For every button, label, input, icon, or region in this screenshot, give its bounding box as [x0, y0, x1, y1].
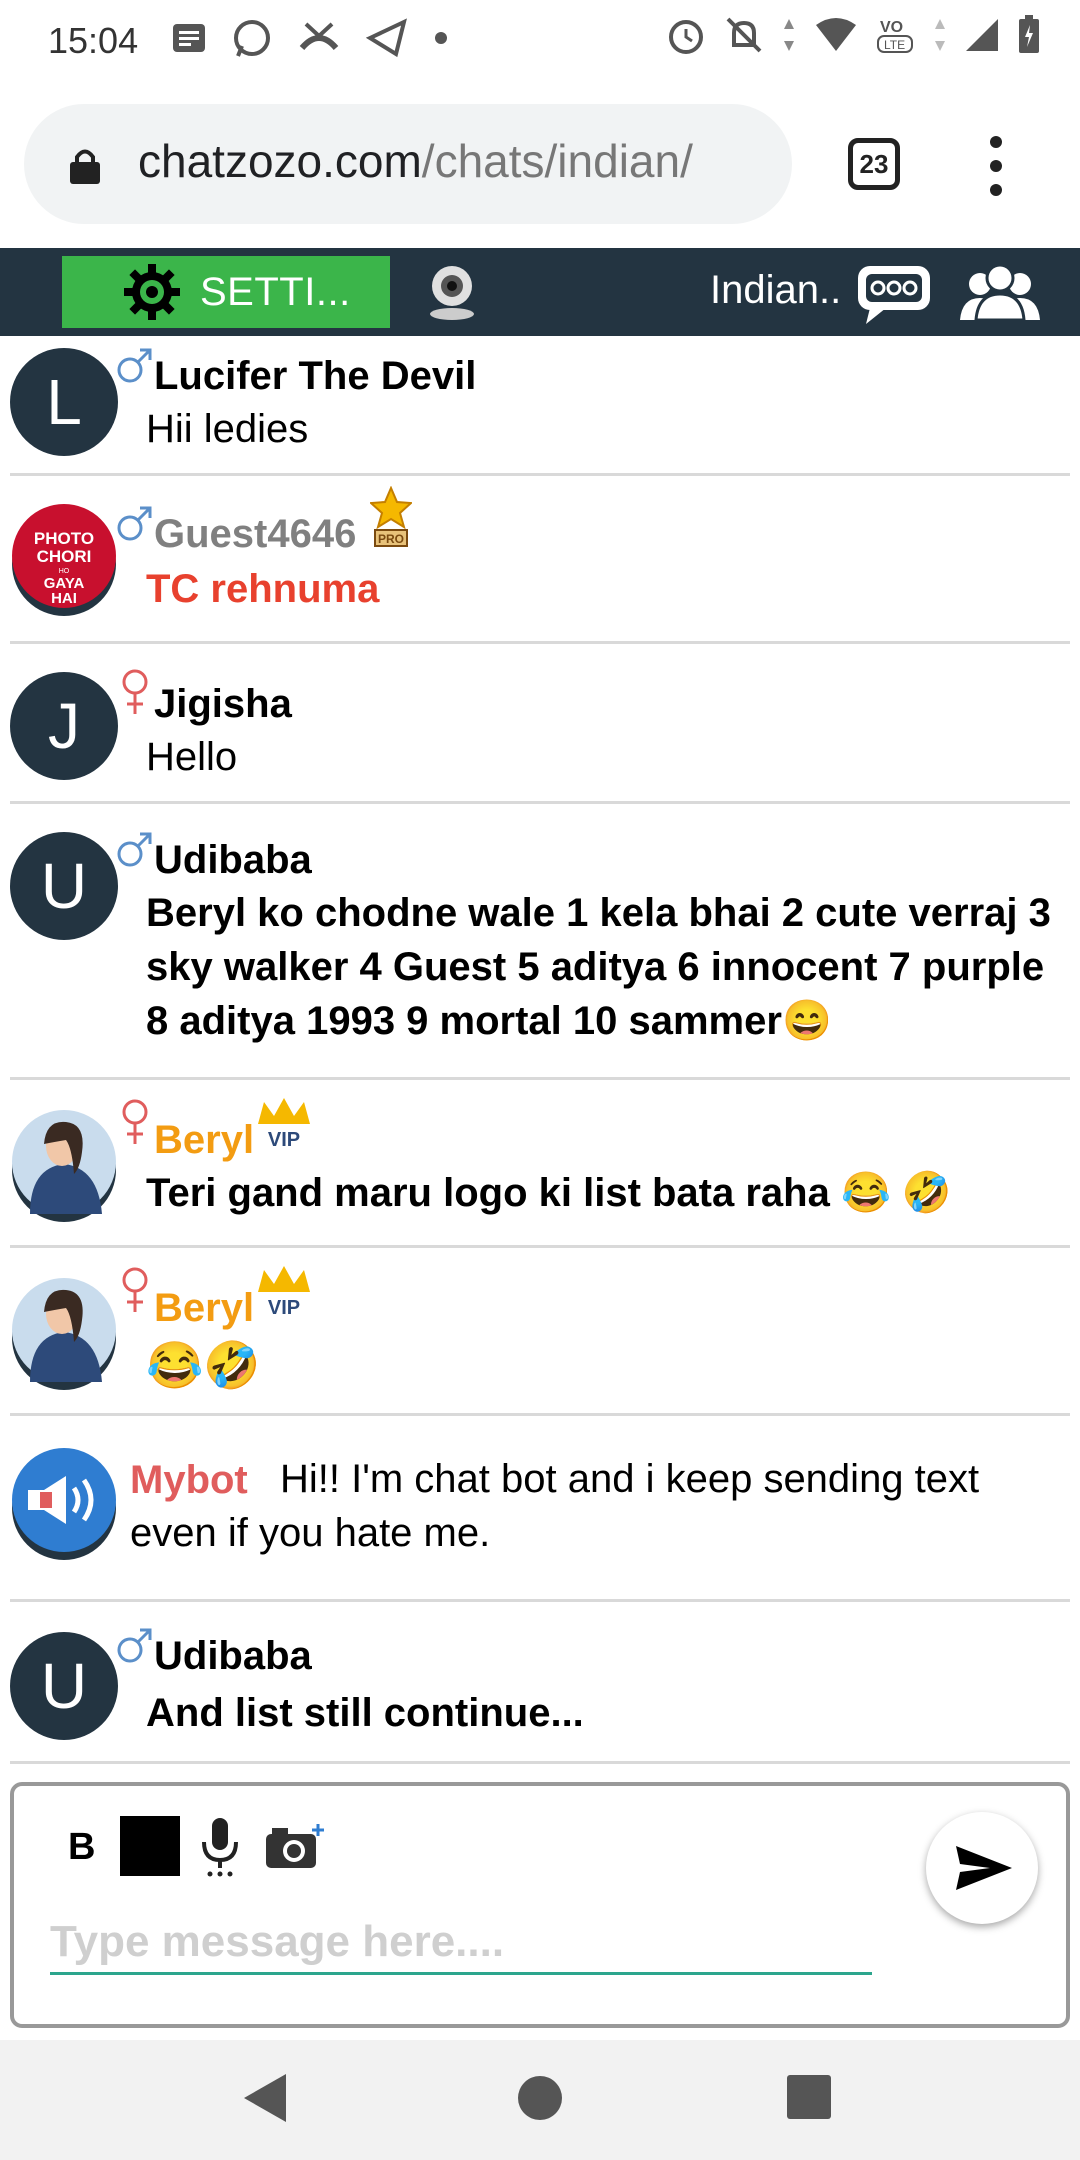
username[interactable]: Beryl [154, 1118, 254, 1163]
dot-icon [435, 32, 447, 44]
avatar[interactable]: J [10, 672, 118, 780]
list-item[interactable]: L Lucifer The Devil Hii ledies [10, 336, 1070, 476]
avatar[interactable]: U [10, 832, 118, 940]
recents-icon[interactable] [786, 2074, 832, 2120]
address-bar[interactable]: chatzozo.com/chats/indian/ [24, 104, 792, 224]
message-icon [173, 24, 205, 52]
svg-text:HO: HO [59, 568, 70, 575]
message-text: even if you hate me. [130, 1511, 491, 1555]
chat-header: SETTI... Indian.. [0, 248, 1080, 336]
battery-icon [1019, 15, 1039, 53]
room-name[interactable]: Indian.. [710, 268, 841, 313]
svg-text:VIP: VIP [268, 1297, 300, 1319]
volte-icon: VO LTE [877, 19, 913, 53]
list-item[interactable]: PHOTO CHORI HO GAYA HAI Guest4646 PRO TC… [10, 476, 1070, 644]
whatsapp-icon [234, 20, 270, 57]
male-icon [117, 832, 152, 867]
svg-text:CHORI: CHORI [37, 547, 92, 566]
list-item[interactable]: Beryl VIP 😂🤣 [10, 1248, 1070, 1416]
male-icon [117, 348, 152, 383]
message-text: 😂🤣 [146, 1339, 261, 1391]
avatar[interactable] [10, 1276, 118, 1392]
webcam-icon[interactable] [424, 262, 480, 322]
list-item[interactable]: J Jigisha Hello [10, 644, 1070, 804]
system-navigation-bar [0, 2040, 1080, 2160]
alarm-icon [669, 20, 703, 54]
avatar[interactable]: PHOTO CHORI HO GAYA HAI [10, 502, 118, 618]
message-text-line: Beryl ko chodne wale 1 kela bhai 2 cute … [146, 891, 1051, 935]
text-color-button[interactable] [120, 1816, 180, 1876]
browser-menu-icon[interactable] [984, 136, 1008, 196]
male-icon [117, 1628, 152, 1663]
url-text: chatzozo.com/chats/indian/ [138, 134, 693, 188]
svg-text:PRO: PRO [378, 532, 404, 546]
message-text: Teri gand maru logo ki list bata raha 😂 … [146, 1171, 952, 1215]
send-icon [956, 1846, 1012, 1890]
username[interactable]: Beryl [154, 1286, 254, 1331]
message-text-line: sky walker 4 Guest 5 aditya 6 innocent 7… [146, 945, 1045, 989]
clock: 15:04 [48, 20, 139, 61]
list-item[interactable]: U Udibaba Beryl ko chodne wale 1 kela bh… [10, 804, 1070, 1080]
female-icon [122, 1267, 148, 1312]
avatar[interactable]: L [10, 348, 118, 456]
vip-badge-icon: VIP [258, 1266, 310, 1319]
message-text: Hello [146, 735, 238, 779]
microphone-icon[interactable] [200, 1816, 240, 1880]
list-item[interactable]: Beryl VIP Teri gand maru logo ki list ba… [10, 1080, 1070, 1248]
svg-text:PHOTO: PHOTO [34, 529, 94, 548]
message-text: Hii ledies [146, 407, 309, 451]
message-composer: B [10, 1782, 1070, 2028]
svg-text:VO: VO [880, 19, 903, 36]
settings-label: SETTI... [200, 269, 351, 314]
chat-message-list: L Lucifer The Devil Hii ledies PHOTO CHO… [0, 336, 1080, 1764]
svg-text:HAI: HAI [51, 590, 77, 607]
bot-name[interactable]: Mybot [130, 1458, 248, 1503]
vip-badge-icon: VIP [258, 1098, 310, 1151]
avatar[interactable]: U [10, 1632, 118, 1740]
missed-call-icon [299, 22, 339, 51]
username[interactable]: Lucifer The Devil [154, 354, 476, 399]
svg-text:VIP: VIP [268, 1129, 300, 1151]
notifications-off-icon [726, 17, 762, 53]
username[interactable]: Udibaba [154, 1634, 312, 1679]
bold-button[interactable]: B [68, 1826, 95, 1869]
send-button[interactable] [926, 1812, 1038, 1924]
back-icon[interactable] [242, 2072, 288, 2124]
message-input[interactable] [50, 1912, 872, 1975]
female-icon [122, 669, 148, 714]
signal-arrows-icon [935, 19, 945, 51]
username[interactable]: Guest4646 [154, 512, 356, 557]
avatar[interactable] [10, 1108, 118, 1224]
lock-icon [70, 149, 100, 184]
url-domain: chatzozo.com [138, 135, 422, 187]
telegram-icon [366, 18, 407, 58]
list-item[interactable]: Mybot Hi!! I'm chat bot and i keep sendi… [10, 1416, 1070, 1602]
username[interactable]: Jigisha [154, 682, 292, 727]
camera-icon[interactable] [264, 1822, 326, 1872]
pro-badge-icon: PRO [370, 486, 412, 547]
male-icon [117, 506, 152, 541]
gear-icon [124, 264, 180, 320]
message-text: Hi!! I'm chat bot and i keep sending tex… [280, 1457, 980, 1501]
svg-text:LTE: LTE [884, 38, 905, 52]
url-path: /chats/indian/ [421, 135, 693, 187]
list-item[interactable]: U Udibaba And list still continue... [10, 1602, 1070, 1764]
female-icon [122, 1099, 148, 1144]
data-arrows-icon [784, 19, 794, 51]
message-text: And list still continue... [146, 1691, 584, 1735]
username[interactable]: Udibaba [154, 838, 312, 883]
wifi-icon [816, 18, 856, 51]
status-bar: 15:04 VO LTE [0, 0, 1080, 84]
settings-button[interactable]: SETTI... [62, 256, 390, 328]
tab-switcher-button[interactable]: 23 [848, 138, 900, 190]
users-icon[interactable] [958, 262, 1044, 322]
avatar[interactable] [10, 1446, 118, 1562]
cell-signal-icon [966, 19, 998, 51]
chat-bubble-icon[interactable] [856, 264, 932, 326]
message-text: TC rehnuma [146, 567, 380, 611]
message-text-line: 8 aditya 1993 9 mortal 10 sammer😄 [146, 999, 832, 1043]
home-icon[interactable] [516, 2074, 564, 2122]
